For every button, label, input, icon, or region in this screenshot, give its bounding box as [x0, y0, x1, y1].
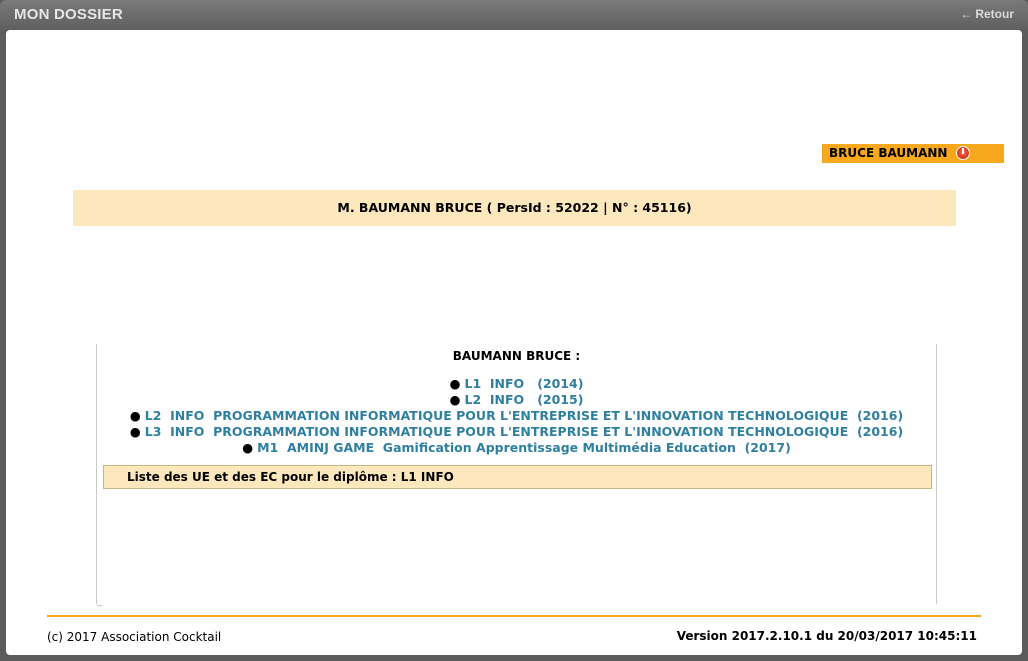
bullet-icon: ●: [242, 440, 254, 455]
panel-heading: BAUMANN BRUCE :: [452, 349, 581, 363]
back-label: Retour: [975, 7, 1014, 21]
bullet-icon: ●: [129, 408, 141, 423]
diploma-link-m1-aminj-game-2017[interactable]: M1 AMINJ GAME Gamification Apprentissage…: [257, 440, 791, 455]
list-item: ● L3 INFO PROGRAMMATION INFORMATIQUE POUR…: [97, 424, 936, 440]
ue-section-title: Liste des UE et des EC pour le diplôme :…: [103, 465, 932, 489]
footer-divider: [47, 615, 981, 617]
diploma-link-l2-info-2015[interactable]: L2 INFO (2015): [465, 392, 584, 407]
bullet-icon: ●: [449, 376, 461, 391]
title-bar: MON DOSSIER ← Retour: [0, 0, 1028, 30]
list-item: ● L2 INFO (2015): [97, 392, 936, 408]
diploma-panel: BAUMANN BRUCE : ● L1 INFO (2014) ● L2 INFO…: [96, 344, 937, 606]
power-icon[interactable]: [956, 146, 970, 160]
diploma-link-l2-info-prog-2016[interactable]: L2 INFO PROGRAMMATION INFORMATIQUE POUR …: [145, 408, 903, 423]
diploma-link-l3-info-prog-2016[interactable]: L3 INFO PROGRAMMATION INFORMATIQUE POUR …: [145, 424, 903, 439]
app-window: MON DOSSIER ← Retour BRUCE BAUMANN M. BAU…: [0, 0, 1028, 661]
identity-text: M. BAUMANN BRUCE ( PersId : 52022 | N° :…: [337, 200, 692, 215]
version-text: Version 2017.2.10.1 du 20/03/2017 10:45:…: [676, 629, 977, 643]
window-title: MON DOSSIER: [14, 6, 123, 23]
user-name: BRUCE BAUMANN: [829, 146, 948, 160]
panel-divider: [97, 605, 102, 606]
bullet-icon: ●: [449, 392, 461, 407]
back-button[interactable]: ← Retour: [960, 7, 1014, 21]
user-badge: BRUCE BAUMANN: [822, 144, 1004, 163]
arrow-left-icon: ←: [960, 7, 973, 21]
list-item: ● M1 AMINJ GAME Gamification Apprentissag…: [97, 440, 936, 456]
bullet-icon: ●: [129, 424, 141, 439]
list-item: ● L1 INFO (2014): [97, 376, 936, 392]
copyright-text: (c) 2017 Association Cocktail: [47, 630, 222, 644]
main-content: BRUCE BAUMANN M. BAUMANN BRUCE ( PersId …: [6, 30, 1022, 655]
diploma-list: ● L1 INFO (2014) ● L2 INFO (2015) ● L2 INFO…: [97, 376, 936, 456]
list-item: ● L2 INFO PROGRAMMATION INFORMATIQUE POUR…: [97, 408, 936, 424]
diploma-link-l1-info-2014[interactable]: L1 INFO (2014): [465, 376, 584, 391]
identity-bar: M. BAUMANN BRUCE ( PersId : 52022 | N° :…: [73, 190, 956, 226]
